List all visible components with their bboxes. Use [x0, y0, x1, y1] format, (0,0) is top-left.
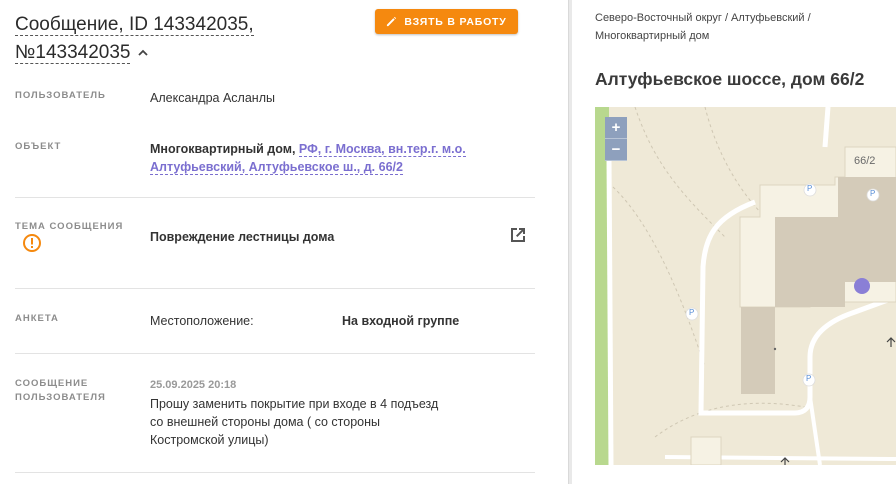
survey-question: Местоположение:: [150, 314, 254, 328]
object-address-title: Алтуфьевское шоссе, дом 66/2: [595, 69, 865, 89]
divider: [15, 197, 535, 198]
building-number-label: 66/2: [854, 155, 876, 167]
parking-label: P: [689, 308, 695, 317]
object-type: Многоквартирный дом,: [150, 142, 296, 156]
user-label: ПОЛЬЗОВАТЕЛЬ: [15, 90, 106, 101]
topic-label: ТЕМА СООБЩЕНИЯ: [15, 221, 124, 232]
zoom-in-button[interactable]: +: [605, 117, 627, 139]
parking-label: P: [806, 374, 812, 383]
divider: [15, 353, 535, 354]
object-marker[interactable]: [854, 278, 870, 294]
map-canvas: [595, 107, 896, 465]
message-text: Прошу заменить покрытие при входе в 4 по…: [150, 397, 439, 447]
object-panel: Северо-Восточный округ / Алтуфьевский / …: [572, 0, 896, 484]
page-title[interactable]: Сообщение, ID 143342035, №143342035: [15, 11, 365, 67]
zoom-controls: + −: [605, 117, 627, 161]
divider: [15, 288, 535, 289]
message-panel: Сообщение, ID 143342035, №143342035 ВЗЯТ…: [0, 0, 568, 484]
warning-icon: [23, 234, 41, 252]
parking-label: P: [870, 189, 876, 198]
pencil-icon: [387, 16, 397, 27]
zoom-out-button[interactable]: −: [605, 139, 627, 161]
user-value: Александра Асланлы: [150, 91, 275, 105]
survey-answer: На входной группе: [342, 314, 460, 328]
parking-label: P: [807, 184, 813, 193]
divider: [15, 472, 535, 473]
message-date: 25.09.2025 20:18: [150, 379, 237, 391]
chevron-up-icon[interactable]: [136, 46, 150, 60]
topic-value: Повреждение лестницы дома: [150, 230, 335, 244]
map[interactable]: P P P P + − 66/2: [595, 107, 896, 465]
breadcrumb[interactable]: Северо-Восточный округ / Алтуфьевский / …: [595, 9, 895, 45]
take-to-work-button[interactable]: ВЗЯТЬ В РАБОТУ: [375, 9, 518, 34]
message-content: 25.09.2025 20:18 Прошу заменить покрытие…: [150, 377, 450, 449]
object-value: Многоквартирный дом, РФ, г. Москва, вн.т…: [150, 140, 480, 176]
survey-label: АНКЕТА: [15, 313, 59, 324]
message-label: СООБЩЕНИЕ ПОЛЬЗОВАТЕЛЯ: [15, 378, 106, 403]
open-external-icon[interactable]: [508, 225, 528, 245]
object-label: ОБЪЕКТ: [15, 141, 62, 152]
